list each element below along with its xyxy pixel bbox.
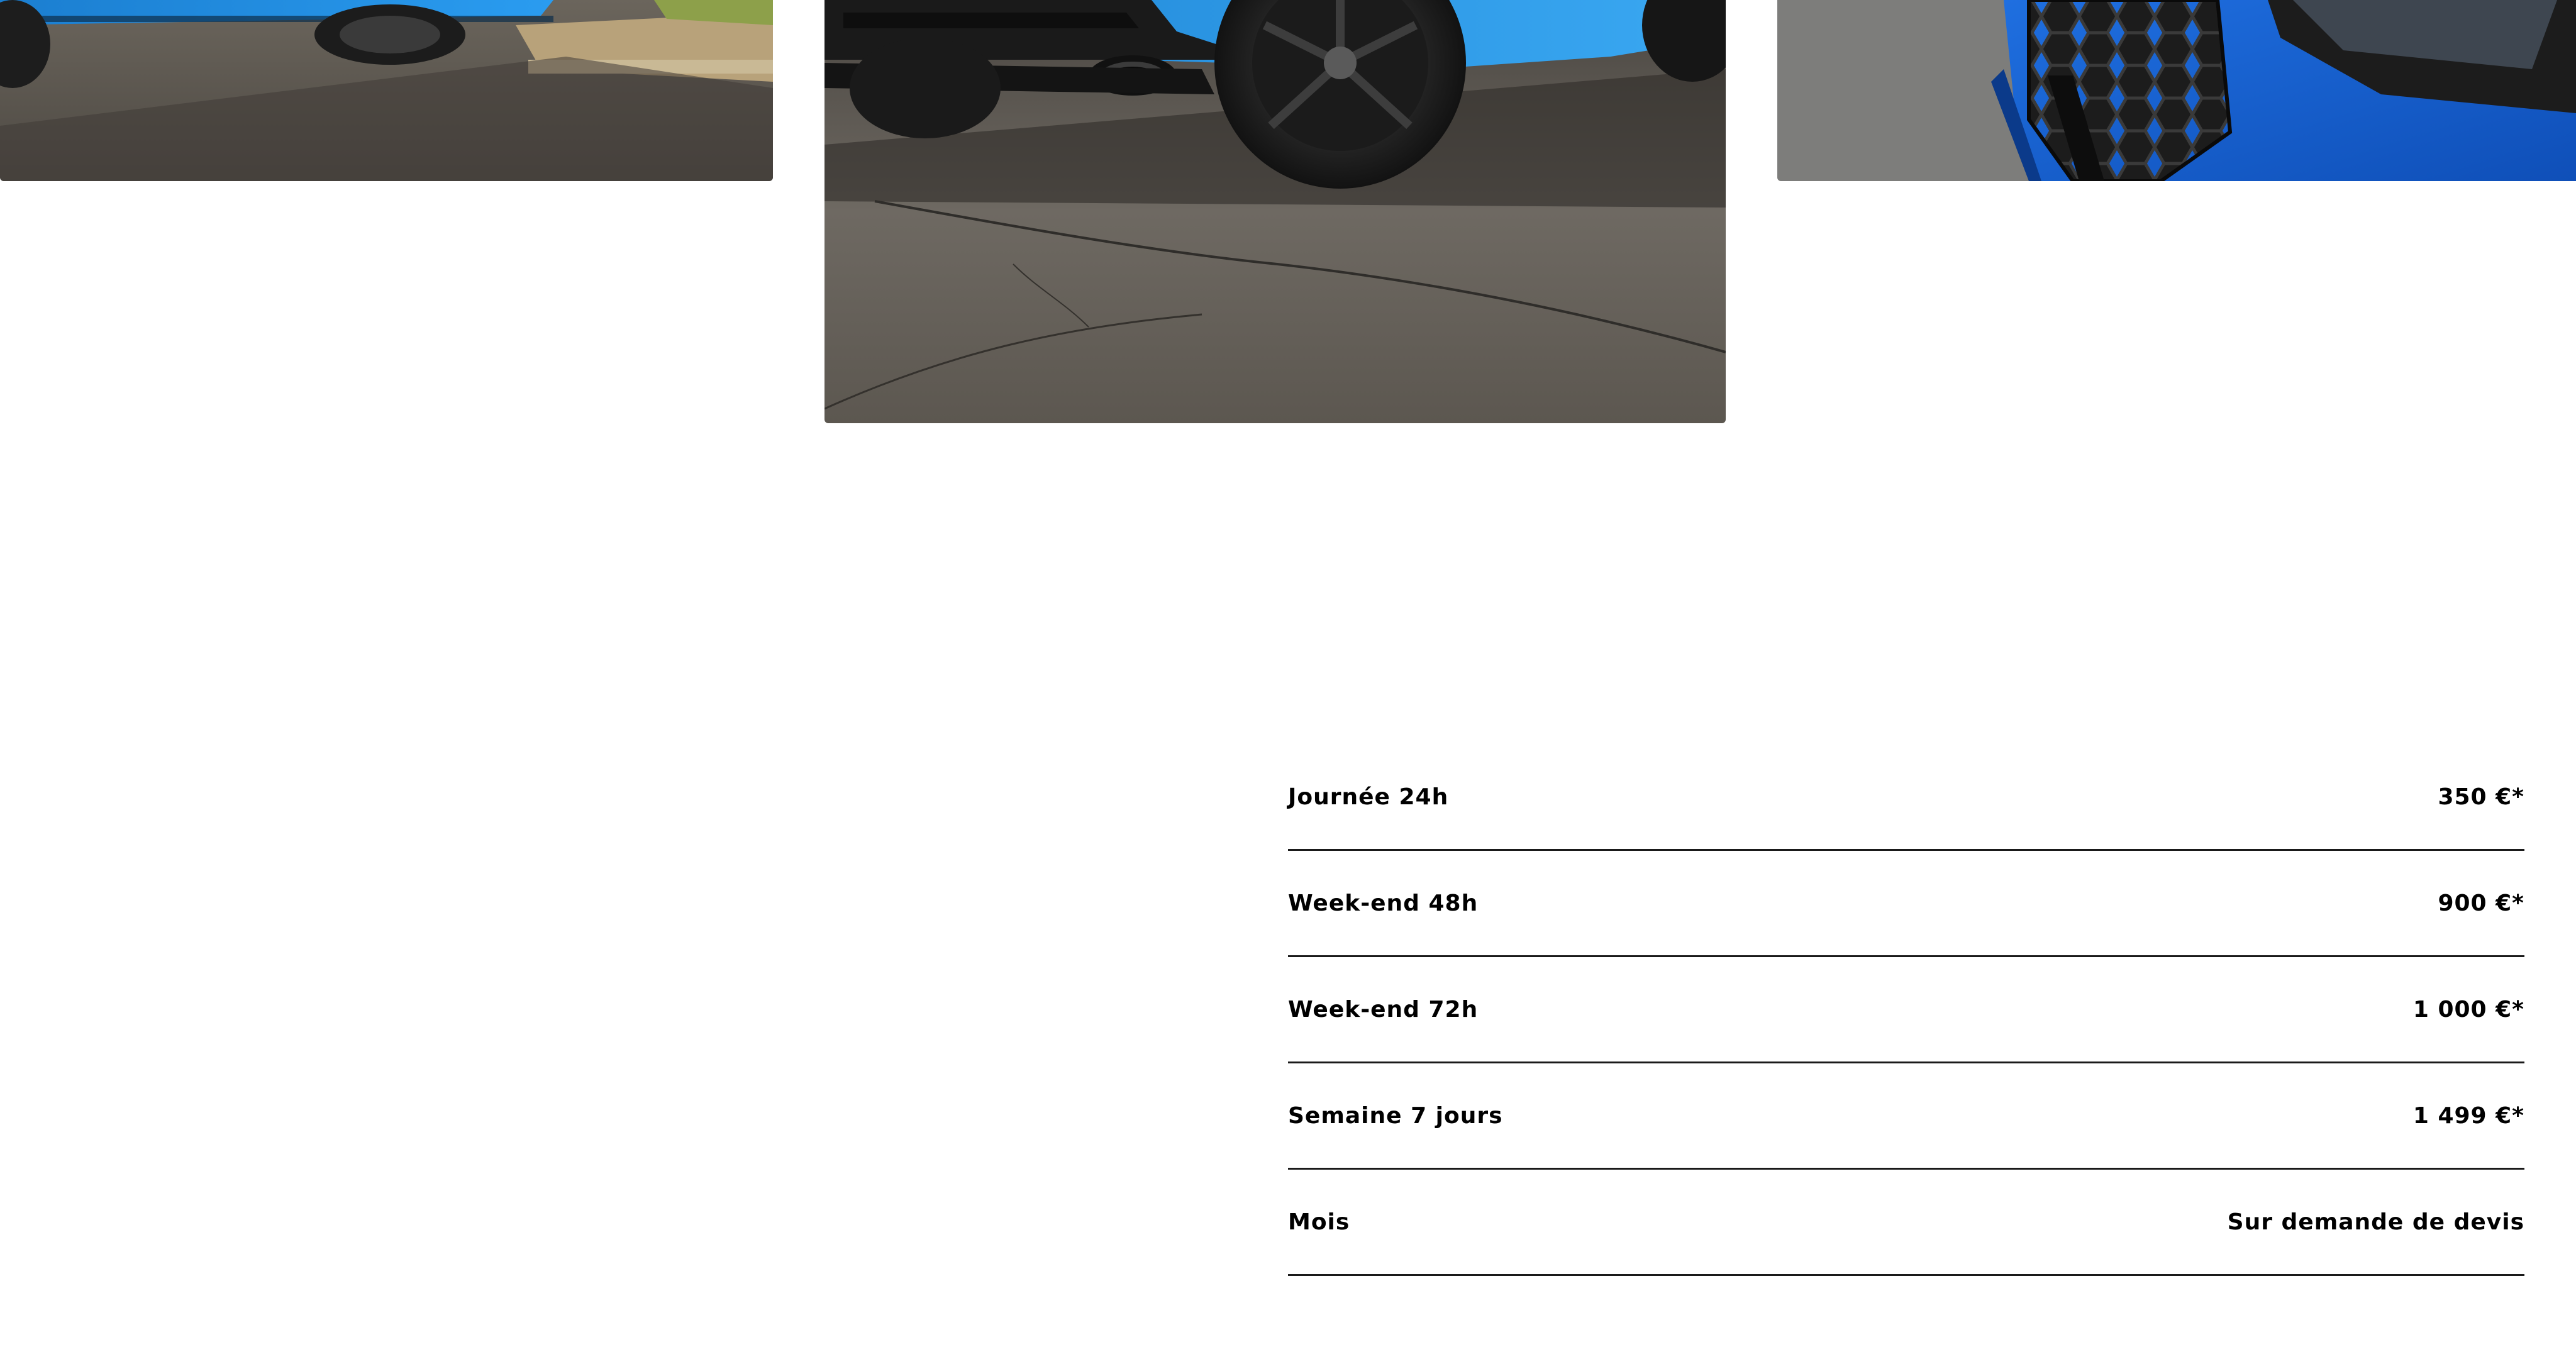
price-row-month: Mois Sur demande de devis: [1288, 1170, 2524, 1276]
gallery-image-center[interactable]: [824, 0, 1726, 423]
car-photo-icon: [0, 0, 773, 181]
price-row-week: Semaine 7 jours 1 499 €*: [1288, 1063, 2524, 1170]
gallery-image-left[interactable]: [0, 0, 773, 181]
pricing-table: Journée 24h 350 €* Week-end 48h 900 €* W…: [1288, 745, 2524, 1276]
price-row-day: Journée 24h 350 €*: [1288, 745, 2524, 851]
car-photo-icon: [824, 0, 1726, 423]
price-row-value: 900 €*: [2438, 890, 2524, 916]
price-row-value: 350 €*: [2438, 784, 2524, 810]
price-row-label: Semaine 7 jours: [1288, 1103, 1503, 1129]
price-row-weekend-72h: Week-end 72h 1 000 €*: [1288, 957, 2524, 1063]
gallery-image-right[interactable]: [1777, 0, 2576, 181]
price-row-value: Sur demande de devis: [2227, 1209, 2524, 1235]
price-row-label: Week-end 72h: [1288, 997, 1479, 1023]
price-row-value: 1 000 €*: [2412, 997, 2524, 1023]
price-row-value: 1 499 €*: [2412, 1103, 2524, 1129]
price-row-label: Mois: [1288, 1209, 1350, 1235]
price-row-label: Week-end 48h: [1288, 890, 1479, 916]
price-row-weekend-48h: Week-end 48h 900 €*: [1288, 851, 2524, 957]
car-photo-icon: [1777, 0, 2576, 181]
page: Journée 24h 350 €* Week-end 48h 900 €* W…: [0, 0, 2576, 1347]
price-row-label: Journée 24h: [1288, 784, 1449, 810]
